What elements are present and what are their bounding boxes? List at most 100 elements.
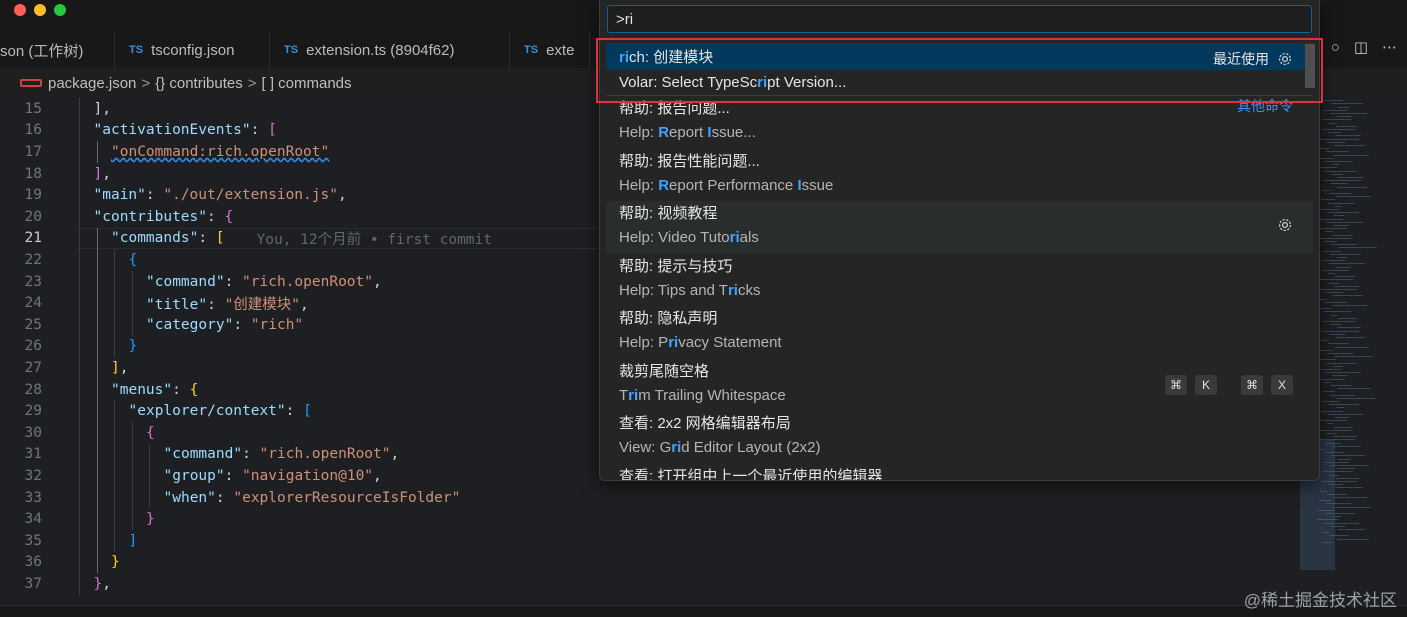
code-text: ], [93, 165, 111, 182]
breadcrumb-contributes[interactable]: {} contributes [155, 75, 243, 92]
code-line[interactable]: 27], [0, 357, 129, 379]
code-line[interactable]: 23 "command": "rich.openRoot", [0, 271, 382, 293]
code-line[interactable]: 22 { [0, 249, 138, 271]
tab-tsconfig[interactable]: TS tsconfig.json [115, 32, 270, 68]
minimap-line [1322, 119, 1351, 121]
minimap-line [1320, 349, 1333, 351]
indent-guide [79, 227, 80, 250]
code-line[interactable]: 19 "main": "./out/extension.js", [0, 184, 347, 206]
minimap-line [1328, 273, 1335, 274]
tab-package-json-worktree[interactable]: son (工作树) [0, 32, 115, 68]
command-item[interactable]: 帮助: 提示与技巧 Help: Tips and Tricks [606, 254, 1313, 307]
command-list-scrollbar[interactable] [1305, 44, 1315, 88]
code-text: ], [93, 100, 111, 117]
code-line[interactable]: 18], [0, 163, 111, 185]
command-palette-input[interactable]: >ri [607, 5, 1312, 33]
code-line[interactable]: 28 "menus": { [0, 379, 199, 401]
code-line[interactable]: 33 "when": "explorerResourceIsFolder" [0, 487, 461, 509]
minimap-line [1331, 244, 1357, 246]
minimap-line [1318, 157, 1333, 159]
tab-extension[interactable]: TS exte [510, 32, 590, 68]
code-line[interactable]: 29 "explorer/context": [ [0, 400, 312, 422]
minimap-line [1319, 429, 1351, 431]
minimap-line [1326, 151, 1349, 153]
minimap-line [1332, 375, 1347, 377]
indent-guide [96, 357, 98, 379]
code-text: ] [128, 532, 138, 549]
code-line[interactable]: 37}, [0, 573, 111, 595]
code-text: "menus": { [111, 381, 199, 398]
code-line[interactable]: 15], [0, 98, 111, 120]
code-line[interactable]: 26} [0, 336, 138, 358]
minimap-line [1333, 154, 1369, 156]
minimap-line [1328, 413, 1363, 415]
command-item[interactable]: 帮助: 报告性能问题... Help: Report Performance Is… [606, 149, 1313, 202]
minimap-line [1324, 241, 1337, 242]
command-item[interactable]: 帮助: 报告问题... Help: Report Issue... 其他命令 [606, 96, 1313, 149]
command-item[interactable]: 查看: 2x2 网格编辑器布局 View: Grid Editor Layout … [606, 411, 1313, 464]
command-label: rich: 创建模块 [619, 49, 714, 66]
minimap-line [1333, 225, 1349, 226]
line-number: 34 [24, 511, 42, 528]
line-number: 21 [24, 230, 42, 247]
minimap-line [1319, 218, 1343, 220]
code-line[interactable]: 36} [0, 552, 120, 574]
indent-guide [96, 335, 98, 358]
code-line[interactable]: 35] [0, 530, 138, 552]
command-item[interactable]: Volar: Select TypeScript Version... [606, 69, 1313, 96]
minimap-line [1338, 388, 1371, 390]
indent-guide [79, 400, 80, 422]
more-actions-icon[interactable]: ⋯ [1382, 38, 1397, 56]
code-line[interactable]: 25 "category": "rich" [0, 314, 304, 336]
tab-extension-commit[interactable]: TS extension.ts (8904f62) [270, 32, 510, 68]
line-number: 30 [24, 424, 42, 441]
minimap-line [1320, 138, 1359, 140]
minimap-line [1321, 340, 1329, 342]
breadcrumb-file[interactable]: package.json [48, 75, 136, 92]
git-compare-icon[interactable]: ○ [1331, 39, 1340, 56]
minimap-line [1331, 455, 1365, 457]
indent-guide [79, 184, 80, 206]
code-line[interactable]: 31 "command": "rich.openRoot", [0, 444, 400, 466]
code-line[interactable]: 21 "commands": [You, 12个月前 • first commit [0, 228, 493, 250]
other-commands-link[interactable]: 其他命令 [1237, 96, 1293, 116]
code-line[interactable]: 32 "group": "navigation@10", [0, 465, 382, 487]
code-line[interactable]: 16 "activationEvents": [ [0, 120, 277, 142]
command-item[interactable]: 裁剪尾随空格 Trim Trailing Whitespace ⌘ K ⌘ X [606, 359, 1313, 412]
command-item[interactable]: 查看: 打开组中上一个最近使用的编辑器 [606, 464, 1313, 481]
minimap-line [1334, 497, 1367, 498]
code-line[interactable]: 20 "contributes": { [0, 206, 234, 228]
breadcrumb-commands[interactable]: [ ] commands [262, 75, 352, 92]
minimap-line [1335, 276, 1355, 278]
command-item[interactable]: rich: 创建模块 最近使用 [606, 43, 1313, 70]
indent-guide [79, 486, 80, 509]
minimap-line [1333, 506, 1371, 508]
code-line[interactable]: 24 "title": "创建模块", [0, 292, 309, 314]
close-window-button[interactable] [14, 4, 26, 16]
minimap-line [1321, 199, 1335, 201]
indent-guide [79, 573, 80, 595]
gear-icon[interactable] [1277, 51, 1293, 67]
indent-guide [79, 378, 80, 401]
minimap-line [1338, 247, 1377, 249]
minimize-window-button[interactable] [34, 4, 46, 16]
indent-guide [79, 530, 80, 552]
zoom-window-button[interactable] [54, 4, 66, 16]
gear-icon[interactable] [1277, 217, 1293, 233]
minimap-line [1338, 317, 1357, 319]
line-number: 36 [24, 554, 42, 571]
indent-guide [131, 422, 133, 444]
minimap-line [1338, 458, 1351, 460]
command-item[interactable]: 帮助: 视频教程 Help: Video Tutorials [606, 201, 1313, 254]
code-line[interactable]: 17 "onCommand:rich.openRoot" [0, 141, 330, 163]
command-item[interactable]: 帮助: 隐私声明 Help: Privacy Statement [606, 306, 1313, 359]
line-number: 35 [24, 532, 42, 549]
command-english-label: View: Grid Editor Layout (2x2) [619, 439, 821, 456]
minimap-line [1330, 324, 1341, 326]
split-editor-icon[interactable]: ◫ [1354, 38, 1368, 56]
indent-guide [149, 486, 150, 509]
minimap-line [1334, 215, 1345, 217]
keybinding-key: X [1271, 374, 1293, 395]
line-number: 15 [24, 100, 42, 117]
line-number: 33 [24, 489, 42, 506]
